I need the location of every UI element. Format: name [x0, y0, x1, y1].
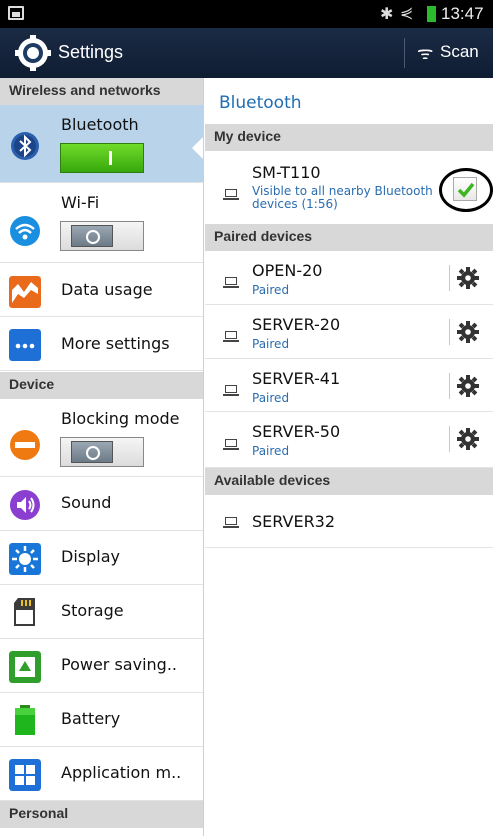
- action-bar-divider: [404, 38, 405, 68]
- device-status: Paired: [252, 391, 290, 405]
- sidebar-item-battery[interactable]: Battery: [0, 693, 203, 747]
- section-header-device: Device: [0, 372, 203, 399]
- wifi-off-status-icon: ⋞: [400, 3, 414, 22]
- laptop-icon: [223, 385, 239, 396]
- sidebar-item-label: More settings: [61, 334, 170, 353]
- application-manager-icon: [9, 759, 41, 791]
- device-settings-gear-icon[interactable]: [457, 428, 479, 450]
- sidebar-item-display[interactable]: Display: [0, 531, 203, 585]
- device-name: SERVER32: [252, 512, 336, 531]
- storage-icon: [14, 598, 35, 626]
- settings-gear-icon[interactable]: [14, 34, 52, 72]
- sidebar-item-blocking-mode[interactable]: Blocking mode: [0, 399, 203, 477]
- sidebar-item-label: Power saving..: [61, 655, 177, 674]
- bluetooth-status-icon: ✱: [380, 4, 394, 23]
- row-divider: [449, 265, 450, 291]
- section-header-available-devices: Available devices: [205, 468, 493, 495]
- display-icon: [9, 543, 41, 575]
- bluetooth-detail-pane: Bluetooth My device SM-T110 Visible to a…: [205, 78, 493, 836]
- paired-device-row[interactable]: SERVER-41 Paired: [205, 359, 493, 412]
- section-header-personal: Personal: [0, 801, 203, 828]
- sidebar-item-storage[interactable]: Storage: [0, 585, 203, 639]
- sidebar-item-label: Blocking mode: [61, 409, 180, 428]
- laptop-icon: [223, 189, 239, 200]
- device-status: Paired: [252, 444, 290, 458]
- sidebar-item-label: Application m..: [61, 763, 182, 782]
- selection-indicator: [192, 136, 203, 160]
- row-divider: [449, 426, 450, 452]
- action-bar: Settings ᯤ Scan: [0, 28, 493, 78]
- paired-device-row[interactable]: OPEN-20 Paired: [205, 251, 493, 305]
- pane-title: Bluetooth: [219, 93, 302, 113]
- sidebar-item-sound[interactable]: Sound: [0, 477, 203, 531]
- paired-device-row[interactable]: SERVER-20 Paired: [205, 305, 493, 359]
- section-header-paired-devices: Paired devices: [205, 224, 493, 251]
- available-device-row[interactable]: SERVER32: [205, 495, 493, 548]
- battery-icon: [15, 705, 35, 735]
- sidebar-item-label: Storage: [61, 601, 124, 620]
- scan-label: Scan: [440, 42, 479, 61]
- device-name: SERVER-20: [252, 315, 341, 334]
- device-name: SERVER-50: [252, 422, 341, 441]
- device-settings-gear-icon[interactable]: [457, 267, 479, 289]
- sound-icon: [10, 490, 40, 520]
- page-title: Settings: [58, 42, 124, 62]
- laptop-icon: [223, 439, 239, 450]
- sidebar-item-power-saving[interactable]: Power saving..: [0, 639, 203, 693]
- more-settings-icon: [9, 329, 41, 361]
- my-device-row[interactable]: SM-T110 Visible to all nearby Bluetooth …: [205, 151, 493, 231]
- row-divider: [449, 373, 450, 399]
- sidebar-item-label: Wi-Fi: [61, 193, 100, 212]
- sidebar-item-application-manager[interactable]: Application m..: [0, 747, 203, 801]
- sidebar-item-label: Sound: [61, 493, 112, 512]
- device-name: SERVER-41: [252, 369, 341, 388]
- scan-button[interactable]: ᯤ Scan: [412, 36, 492, 70]
- sidebar-item-label: Bluetooth: [61, 115, 139, 134]
- bluetooth-icon: [11, 132, 39, 160]
- sidebar-item-more-settings[interactable]: More settings: [0, 317, 203, 371]
- power-saving-icon: [9, 651, 41, 683]
- device-status: Paired: [252, 283, 290, 297]
- device-settings-gear-icon[interactable]: [457, 321, 479, 343]
- battery-status-icon: [427, 6, 436, 22]
- scan-icon: ᯤ: [417, 43, 434, 64]
- bluetooth-toggle[interactable]: [60, 143, 144, 173]
- device-settings-gear-icon[interactable]: [457, 375, 479, 397]
- blocking-mode-toggle[interactable]: [60, 437, 144, 467]
- laptop-icon: [223, 517, 239, 528]
- wifi-icon: [10, 216, 40, 246]
- sidebar-item-bluetooth[interactable]: Bluetooth: [0, 105, 203, 183]
- screenshot-notification-icon: [8, 6, 24, 20]
- status-clock: 13:47: [441, 4, 484, 23]
- laptop-icon: [223, 331, 239, 342]
- wifi-toggle[interactable]: [60, 221, 144, 251]
- highlight-annotation: [439, 168, 493, 212]
- sidebar-item-label: Data usage: [61, 280, 153, 299]
- device-name: OPEN-20: [252, 261, 323, 280]
- visibility-status-line2: devices (1:56): [252, 197, 338, 211]
- paired-device-row[interactable]: SERVER-50 Paired: [205, 412, 493, 468]
- sidebar-item-data-usage[interactable]: Data usage: [0, 263, 203, 317]
- sidebar-item-label: Display: [61, 547, 120, 566]
- data-usage-icon: [9, 276, 41, 308]
- device-name: SM-T110: [252, 163, 321, 182]
- device-status: Paired: [252, 337, 290, 351]
- sidebar-item-wifi[interactable]: Wi-Fi: [0, 183, 203, 263]
- settings-sidebar: Wireless and networks Bluetooth Wi-Fi Da…: [0, 78, 204, 836]
- laptop-icon: [223, 277, 239, 288]
- sidebar-item-label: Battery: [61, 709, 121, 728]
- status-bar: ✱ ⋞ 13:47: [0, 0, 493, 28]
- section-header-my-device: My device: [205, 124, 493, 151]
- blocking-mode-icon: [10, 430, 40, 460]
- row-divider: [449, 319, 450, 345]
- section-header-wireless: Wireless and networks: [0, 78, 203, 105]
